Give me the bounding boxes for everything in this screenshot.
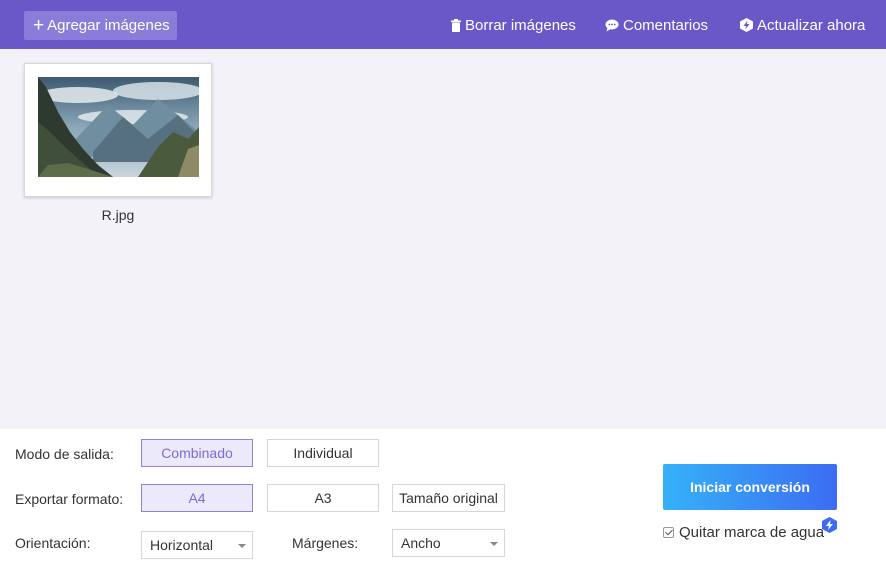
add-images-button[interactable]: + Agregar imágenes bbox=[24, 11, 177, 40]
format-original-size-button[interactable]: Tamaño original bbox=[392, 484, 505, 512]
premium-badge-icon bbox=[822, 517, 837, 533]
plus-icon: + bbox=[33, 15, 45, 36]
add-images-label: Agregar imágenes bbox=[47, 17, 170, 34]
remove-watermark-checkbox[interactable]: Quitar marca de agua bbox=[663, 524, 824, 541]
image-thumbnail-card[interactable] bbox=[24, 63, 212, 197]
image-workspace: R.jpg bbox=[0, 49, 886, 429]
caret-down-icon bbox=[238, 544, 246, 548]
margins-label: Márgenes: bbox=[292, 535, 359, 551]
output-mode-individual-button[interactable]: Individual bbox=[267, 439, 379, 467]
mountain-landscape-thumbnail bbox=[38, 77, 199, 177]
delete-images-button[interactable]: Borrar imágenes bbox=[451, 15, 576, 35]
trash-icon bbox=[451, 18, 461, 32]
export-format-label: Exportar formato: bbox=[15, 491, 124, 507]
format-a4-button[interactable]: A4 bbox=[141, 484, 253, 512]
comments-button[interactable]: Comentarios bbox=[605, 15, 708, 35]
settings-panel: Modo de salida: Combinado Individual Exp… bbox=[0, 429, 886, 573]
output-mode-combined-button[interactable]: Combinado bbox=[141, 439, 253, 467]
upgrade-button[interactable]: Actualizar ahora bbox=[740, 15, 865, 35]
caret-down-icon bbox=[490, 542, 498, 546]
chat-bubble-icon bbox=[605, 19, 619, 31]
format-a3-button[interactable]: A3 bbox=[267, 484, 379, 512]
output-mode-label: Modo de salida: bbox=[15, 446, 114, 462]
hexagon-bolt-icon bbox=[740, 18, 753, 32]
orientation-label: Orientación: bbox=[15, 535, 91, 551]
orientation-select[interactable]: Horizontal bbox=[141, 531, 253, 559]
checkbox-checked-icon[interactable] bbox=[663, 527, 674, 538]
upgrade-label: Actualizar ahora bbox=[757, 16, 866, 34]
comments-label: Comentarios bbox=[623, 16, 709, 34]
image-filename: R.jpg bbox=[101, 207, 135, 223]
orientation-value: Horizontal bbox=[150, 537, 214, 553]
margins-value: Ancho bbox=[401, 535, 441, 551]
start-conversion-button[interactable]: Iniciar conversión bbox=[663, 464, 837, 510]
remove-watermark-label: Quitar marca de agua bbox=[679, 524, 825, 541]
top-toolbar: + Agregar imágenes Borrar imágenes Comen… bbox=[0, 0, 886, 49]
delete-images-label: Borrar imágenes bbox=[465, 16, 576, 34]
margins-select[interactable]: Ancho bbox=[392, 529, 505, 557]
